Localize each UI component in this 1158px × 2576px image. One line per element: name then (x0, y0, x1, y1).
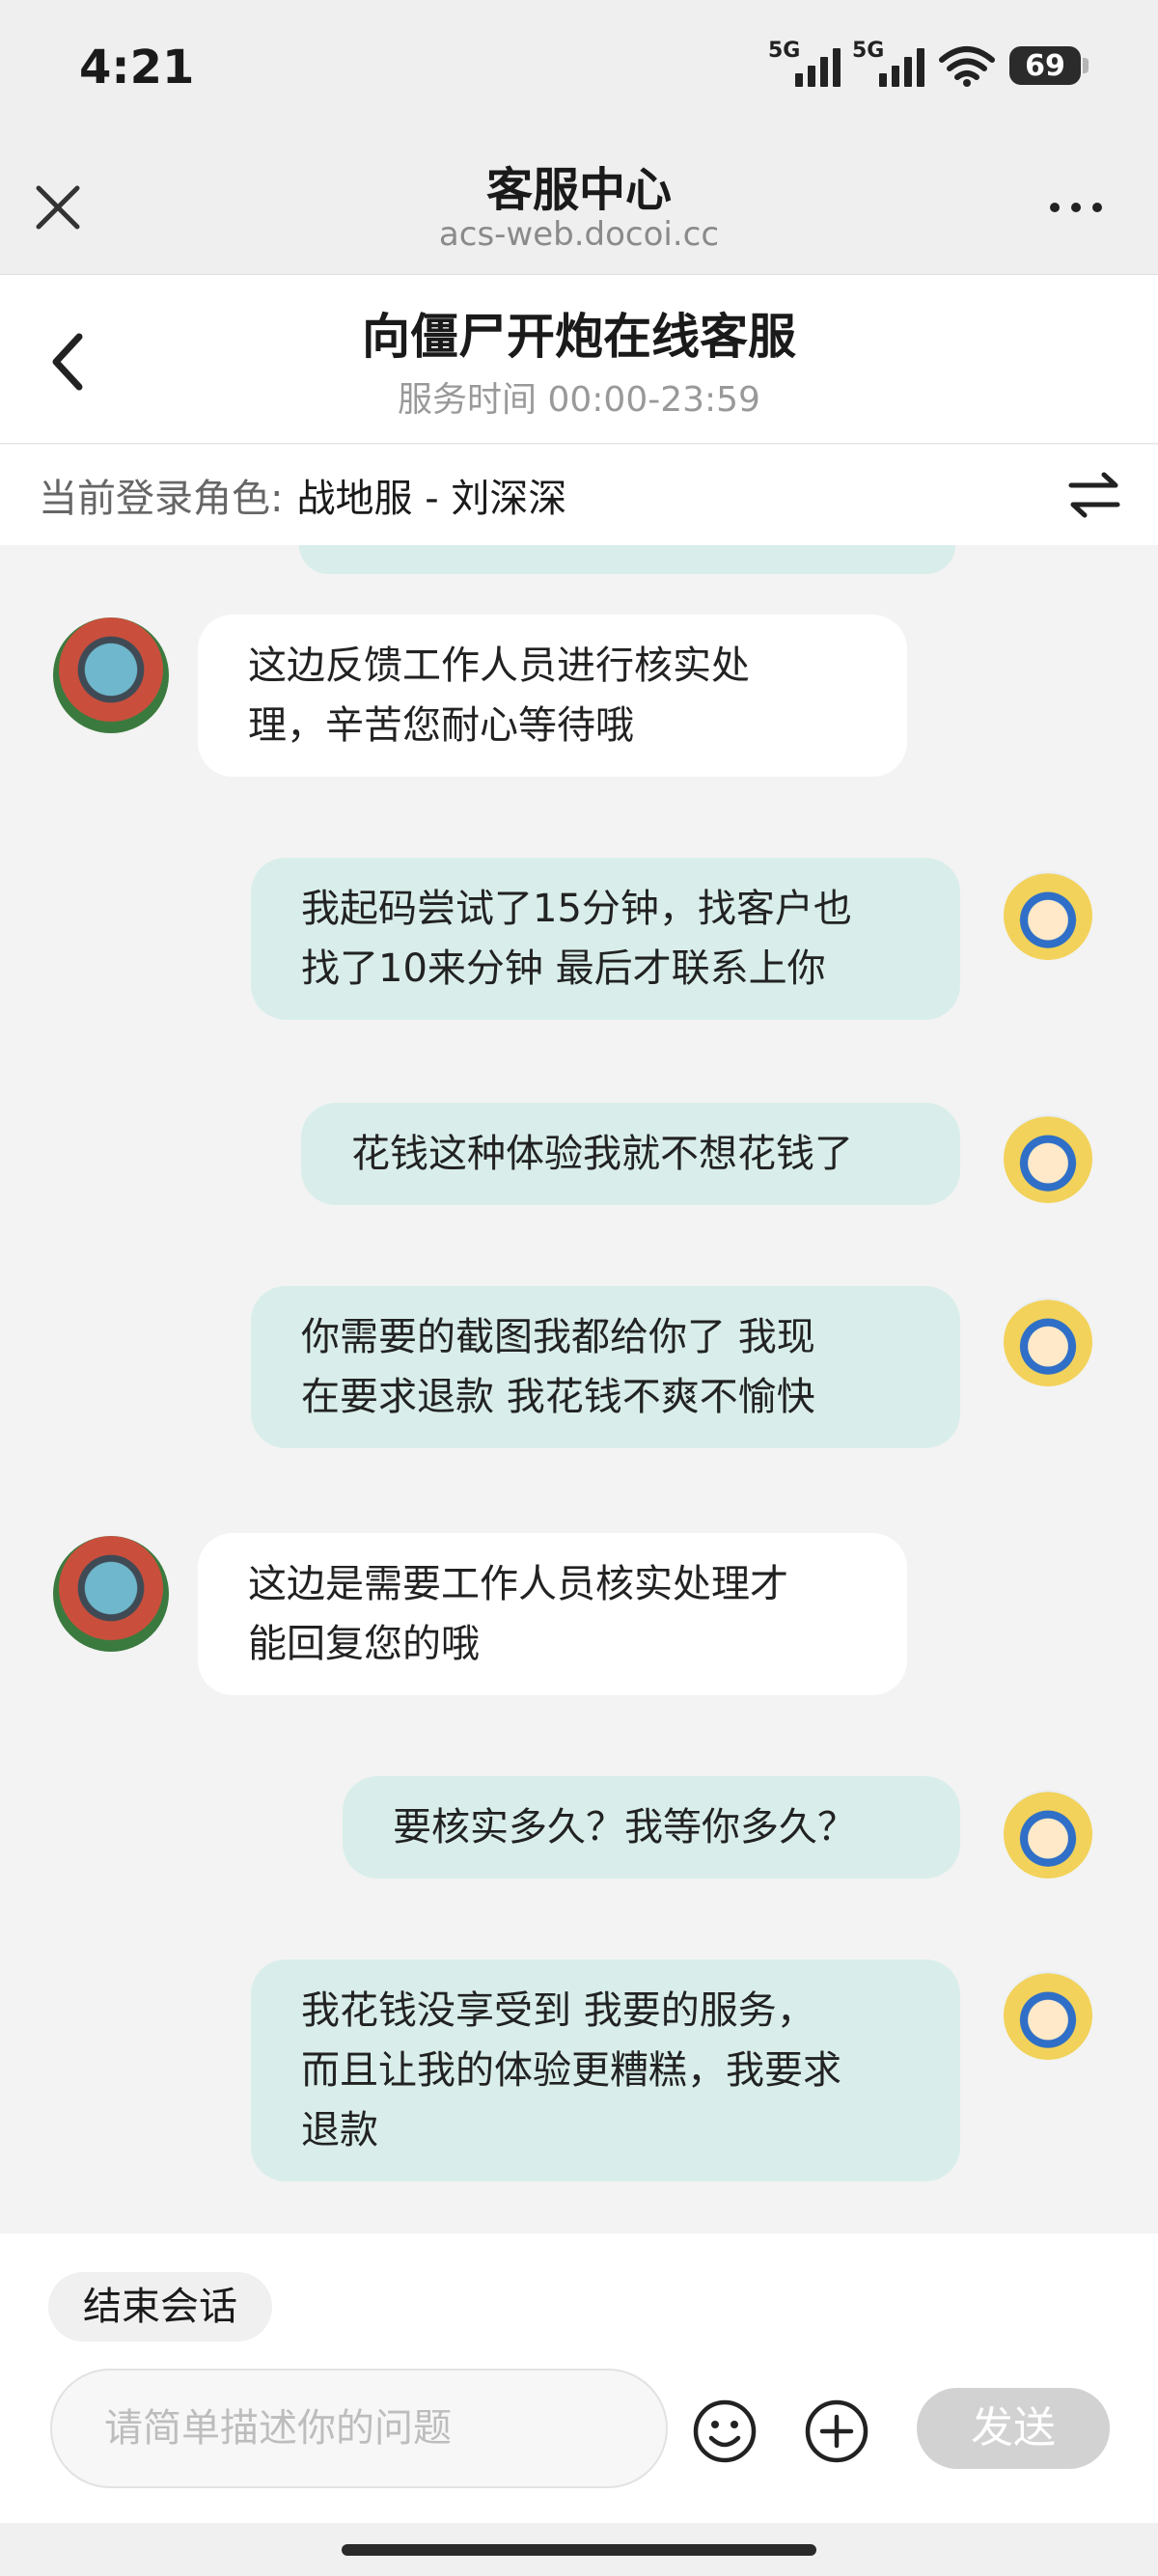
user-message-bubble: 我起码尝试了15分钟，找客户也 找了10来分钟 最后才联系上你 (251, 858, 960, 1020)
user-avatar (1004, 1790, 1092, 1878)
service-hours: 服务时间 00:00-23:59 (398, 380, 760, 420)
message-text: 要核实多久？我等你多久？ (393, 1805, 856, 1850)
message-text: 这边反馈工作人员进行核实处 (248, 644, 750, 688)
message-text: 在要求退款 我花钱不爽不愉快 (301, 1375, 815, 1419)
agent-avatar (53, 1536, 169, 1652)
message-text: 理，辛苦您耐心等待哦 (248, 703, 634, 748)
home-area (0, 2523, 1158, 2576)
status-icons: 5G 5G 69 (768, 39, 1089, 91)
user-avatar (1004, 1114, 1092, 1203)
message-text: 花钱这种体验我就不想花钱了 (351, 1132, 853, 1176)
network-type-label: 5G (852, 39, 885, 63)
message-text: 退款 (301, 2108, 378, 2152)
composer-area: 结束会话 发送 (0, 2233, 1158, 2523)
user-avatar (1004, 1298, 1092, 1386)
user-avatar (1004, 1971, 1092, 2060)
message-text: 这边是需要工作人员核实处理才 (248, 1562, 788, 1606)
send-button[interactable]: 发送 (917, 2388, 1110, 2469)
message-text: 找了10来分钟 最后才联系上你 (301, 946, 826, 991)
user-message-bubble (299, 545, 955, 574)
browser-title: 客服中心 (485, 163, 672, 217)
message-list[interactable]: 这边反馈工作人员进行核实处 理，辛苦您耐心等待哦 我起码尝试了15分钟，找客户也… (0, 545, 1158, 2233)
battery-icon: 69 (1009, 46, 1089, 85)
message-text: 你需要的截图我都给你了 我现 (301, 1315, 815, 1359)
browser-bar: 客服中心 acs-web.docoi.cc (0, 140, 1158, 275)
switch-role-icon[interactable] (1065, 470, 1123, 520)
user-message-bubble: 花钱这种体验我就不想花钱了 (301, 1103, 960, 1205)
user-message-bubble: 我花钱没享受到 我要的服务， 而且让我的体验更糟糕，我要求 退款 (251, 1959, 960, 2181)
message-input[interactable] (50, 2369, 668, 2488)
agent-avatar (53, 617, 169, 733)
message-text: 能回复您的哦 (248, 1622, 480, 1666)
signal-icon: 5G (768, 39, 841, 87)
status-time: 4:21 (79, 41, 195, 95)
more-icon[interactable] (1042, 188, 1110, 227)
network-type-label: 5G (768, 39, 801, 63)
end-session-button[interactable]: 结束会话 (48, 2272, 272, 2342)
user-message-bubble: 要核实多久？我等你多久？ (343, 1776, 960, 1878)
role-value: 战地服 - 刘深深 (296, 477, 567, 521)
message-text: 我起码尝试了15分钟，找客户也 (301, 887, 852, 931)
emoji-icon[interactable] (691, 2398, 758, 2465)
role-bar: 当前登录角色: 战地服 - 刘深深 (0, 445, 1158, 545)
message-text: 我花钱没享受到 我要的服务， (301, 1988, 815, 2033)
role-label: 当前登录角色: (39, 477, 284, 521)
chat-title: 向僵尸开炮在线客服 (362, 309, 796, 365)
browser-url: acs-web.docoi.cc (438, 215, 720, 254)
agent-message-bubble: 这边反馈工作人员进行核实处 理，辛苦您耐心等待哦 (198, 615, 907, 777)
user-avatar (1004, 871, 1092, 960)
user-message-bubble: 你需要的截图我都给你了 我现 在要求退款 我花钱不爽不愉快 (251, 1286, 960, 1448)
signal-icon: 5G (852, 39, 924, 87)
plus-icon[interactable] (803, 2398, 870, 2465)
home-indicator[interactable] (342, 2544, 816, 2556)
message-text: 而且让我的体验更糟糕，我要求 (301, 2048, 841, 2093)
status-bar: 4:21 5G 5G 69 (0, 0, 1158, 140)
agent-message-bubble: 这边是需要工作人员核实处理才 能回复您的哦 (198, 1533, 907, 1695)
wifi-icon (939, 46, 995, 87)
chat-header: 向僵尸开炮在线客服 服务时间 00:00-23:59 (0, 275, 1158, 444)
